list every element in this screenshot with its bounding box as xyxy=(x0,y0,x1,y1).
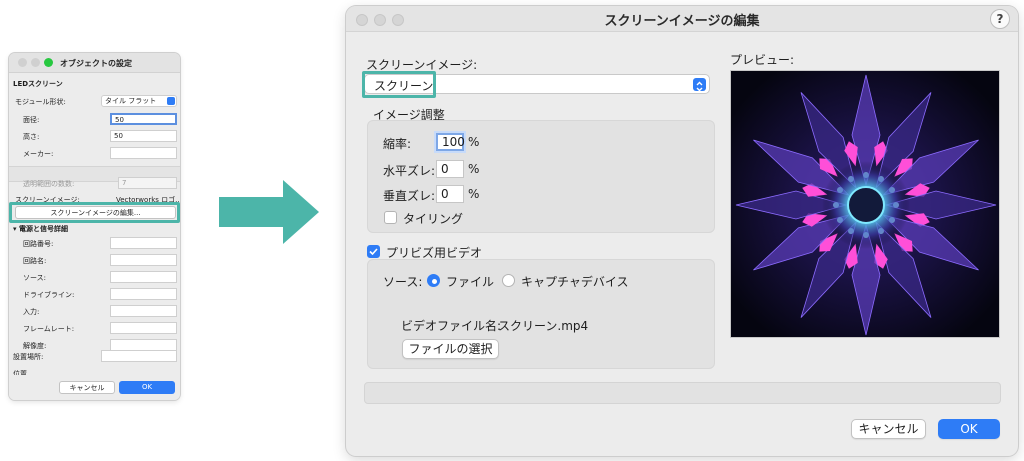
small-ok-button[interactable]: OK xyxy=(119,381,175,394)
power-field-row: 入力: xyxy=(9,305,180,319)
object-settings-dialog: オブジェクトの設定 LEDスクリーン モジュール形状: タイル フラット 面径:… xyxy=(9,53,180,400)
chevron-up-down-icon xyxy=(167,97,175,105)
v-offset-input[interactable]: 0 xyxy=(436,185,464,203)
edit-screen-image-button[interactable]: スクリーンイメージの編集... xyxy=(15,206,176,219)
power-field-label: ドライブライン: xyxy=(23,291,75,299)
count-row: 透明範囲の数数: 7 xyxy=(9,177,180,191)
source-capture-radio[interactable] xyxy=(502,274,515,287)
preview-label: プレビュー: xyxy=(730,53,795,67)
v-offset-label: 垂直ズレ: xyxy=(383,189,436,203)
power-field-label: ソース: xyxy=(23,274,47,282)
location-row: 設置場所: xyxy=(9,350,180,364)
location-input[interactable] xyxy=(101,350,177,362)
status-bar xyxy=(364,382,1001,404)
source-file-label: ファイル xyxy=(446,275,495,289)
maker-row: メーカー: xyxy=(9,147,180,161)
h-offset-label: 水平ズレ: xyxy=(383,164,436,178)
editor-titlebar: スクリーンイメージの編集 ? xyxy=(346,6,1018,32)
screen-image-highlight xyxy=(362,71,436,98)
close-window-button[interactable] xyxy=(18,58,27,67)
h-offset-input[interactable]: 0 xyxy=(436,160,464,178)
previz-checkbox[interactable] xyxy=(367,245,380,258)
power-field-row: フレームレート: xyxy=(9,322,180,336)
power-field-row: 回路番号: xyxy=(9,237,180,251)
power-field-input[interactable] xyxy=(110,305,177,317)
power-field-input[interactable] xyxy=(110,271,177,283)
power-field-input[interactable] xyxy=(110,254,177,266)
power-field-row: 回路名: xyxy=(9,254,180,268)
v-offset-unit: % xyxy=(468,187,480,201)
power-field-input[interactable] xyxy=(110,237,177,249)
module-shape-popup[interactable]: タイル フラット xyxy=(101,95,177,107)
power-field-label: 回路名: xyxy=(23,257,47,265)
object-settings-title: オブジェクトの設定 xyxy=(60,59,132,68)
power-field-row: ソース: xyxy=(9,271,180,285)
count-label: 透明範囲の数数: xyxy=(23,180,75,188)
location-label: 設置場所: xyxy=(13,353,44,361)
video-file-label: ビデオファイル名: xyxy=(401,319,502,333)
power-signal-section-label: ▾ 電源と信号詳細 xyxy=(13,224,68,234)
power-field-label: 入力: xyxy=(23,308,40,316)
screen-image-editor-dialog: スクリーンイメージの編集 ? スクリーンイメージ: スクリーン イメージ調整 縮… xyxy=(346,6,1018,456)
preview-image xyxy=(730,70,1000,338)
power-field-input[interactable] xyxy=(110,288,177,300)
ok-button[interactable]: OK xyxy=(938,419,1000,439)
cancel-button[interactable]: キャンセル xyxy=(851,419,926,439)
source-capture-label: キャプチャデバイス xyxy=(521,275,629,289)
power-field-label: 回路番号: xyxy=(23,240,54,248)
small-cancel-button[interactable]: キャンセル xyxy=(59,381,115,394)
led-screen-section-label: LEDスクリーン xyxy=(13,80,63,88)
editor-title: スクリーンイメージの編集 xyxy=(604,14,760,29)
select-file-button[interactable]: ファイルの選択 xyxy=(402,339,499,359)
source-file-radio[interactable] xyxy=(427,274,440,287)
power-field-row: ドライブライン: xyxy=(9,288,180,302)
scale-unit: % xyxy=(468,135,480,149)
maker-label: メーカー: xyxy=(23,150,54,158)
checkmark-icon xyxy=(369,248,378,256)
module-shape-value: タイル フラット xyxy=(105,97,157,105)
width-input[interactable]: 50 xyxy=(110,113,177,125)
h-offset-unit: % xyxy=(468,162,480,176)
right-arrow-icon xyxy=(219,180,319,244)
scale-input[interactable]: 100 xyxy=(436,133,465,151)
video-file-value: スクリーン.mp4 xyxy=(498,319,589,333)
tiling-checkbox[interactable] xyxy=(384,211,397,224)
chevron-up-down-icon xyxy=(693,78,706,92)
height-label: 高さ: xyxy=(23,133,40,141)
width-label: 面径: xyxy=(23,116,40,124)
power-field-input[interactable] xyxy=(110,322,177,334)
height-row: 高さ: 50 xyxy=(9,130,180,144)
object-settings-titlebar: オブジェクトの設定 xyxy=(9,53,180,73)
question-mark-icon[interactable]: ? xyxy=(990,9,1010,29)
minimize-window-button[interactable] xyxy=(31,58,40,67)
module-shape-label: モジュール形状: xyxy=(15,98,66,106)
scale-label: 縮率: xyxy=(383,137,412,151)
module-shape-row: モジュール形状: タイル フラット xyxy=(9,95,180,109)
kaleidoscope-preview xyxy=(731,71,999,337)
power-field-label: フレームレート: xyxy=(23,325,75,333)
zoom-window-button[interactable] xyxy=(44,58,53,67)
height-input[interactable]: 50 xyxy=(110,130,177,142)
count-input[interactable]: 7 xyxy=(118,177,177,189)
width-row: 面径: 50 xyxy=(9,113,180,127)
maker-input[interactable] xyxy=(110,147,177,159)
source-label: ソース: xyxy=(383,275,423,289)
power-section-text: 電源と信号詳細 xyxy=(18,225,68,233)
tiling-label: タイリング xyxy=(403,212,464,226)
